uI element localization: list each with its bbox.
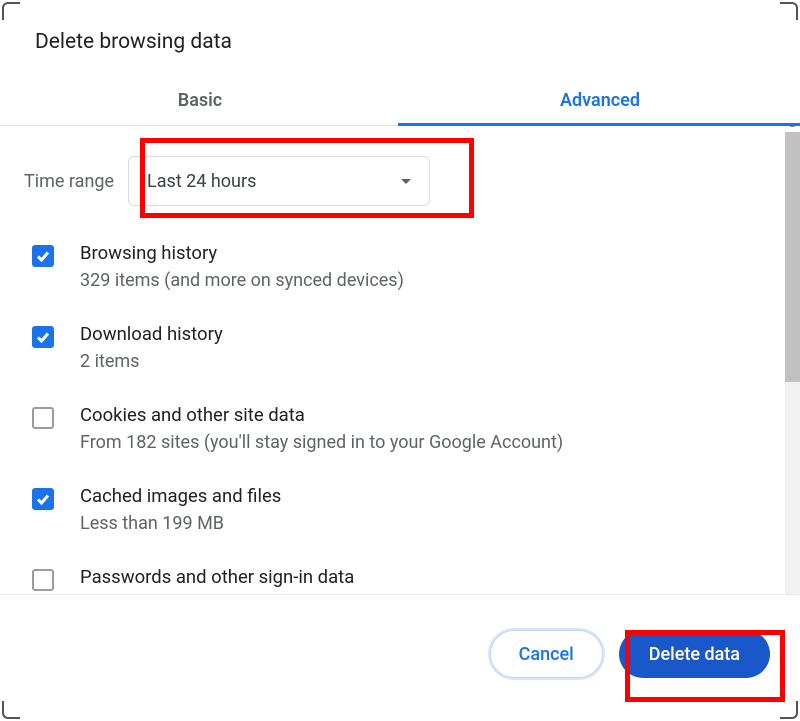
- tab-basic[interactable]: Basic: [0, 76, 400, 125]
- item-text: Cookies and other site data From 182 sit…: [80, 403, 760, 456]
- item-download-history: Download history 2 items: [32, 322, 760, 375]
- checkbox-cookies[interactable]: [32, 407, 54, 429]
- time-range-value: Last 24 hours: [147, 171, 256, 192]
- corner-decoration: [2, 701, 20, 719]
- time-range-row: Time range Last 24 hours: [0, 126, 800, 206]
- item-text: Download history 2 items: [80, 322, 760, 375]
- item-subtitle: Less than 199 MB: [80, 510, 760, 537]
- checkbox-passwords[interactable]: [32, 569, 54, 591]
- tab-advanced[interactable]: Advanced: [400, 76, 800, 125]
- item-text: Cached images and files Less than 199 MB: [80, 484, 760, 537]
- delete-browsing-data-dialog: Delete browsing data Basic Advanced ▲ Ti…: [0, 0, 800, 721]
- chevron-down-icon: [401, 179, 411, 184]
- item-subtitle: 329 items (and more on synced devices): [80, 267, 760, 294]
- item-title: Cached images and files: [80, 484, 760, 510]
- corner-decoration: [780, 701, 798, 719]
- item-title: Passwords and other sign-in data: [80, 565, 760, 591]
- item-cookies: Cookies and other site data From 182 sit…: [32, 403, 760, 456]
- item-title: Browsing history: [80, 241, 760, 267]
- content-area: ▲ Time range Last 24 hours Browsing hist…: [0, 126, 800, 594]
- time-range-select[interactable]: Last 24 hours: [128, 156, 430, 206]
- item-subtitle: From 182 sites (you'll stay signed in to…: [80, 429, 760, 456]
- item-title: Download history: [80, 322, 760, 348]
- item-subtitle: 2 items: [80, 348, 760, 375]
- item-text: Browsing history 329 items (and more on …: [80, 241, 760, 294]
- item-cached-images: Cached images and files Less than 199 MB: [32, 484, 760, 537]
- dialog-title: Delete browsing data: [0, 0, 800, 54]
- item-browsing-history: Browsing history 329 items (and more on …: [32, 241, 760, 294]
- items-list: Browsing history 329 items (and more on …: [0, 206, 800, 594]
- dialog-footer: Cancel Delete data: [0, 594, 800, 691]
- time-range-label: Time range: [24, 171, 114, 192]
- checkbox-download-history[interactable]: [32, 326, 54, 348]
- checkbox-cached-images[interactable]: [32, 488, 54, 510]
- corner-decoration: [780, 2, 798, 20]
- item-subtitle: None: [80, 590, 760, 594]
- cancel-button[interactable]: Cancel: [490, 630, 603, 678]
- tab-bar: Basic Advanced: [0, 76, 800, 126]
- item-passwords: Passwords and other sign-in data None: [32, 565, 760, 594]
- item-text: Passwords and other sign-in data None: [80, 565, 760, 594]
- checkbox-browsing-history[interactable]: [32, 245, 54, 267]
- corner-decoration: [2, 2, 20, 20]
- item-title: Cookies and other site data: [80, 403, 760, 429]
- delete-data-button[interactable]: Delete data: [619, 630, 770, 678]
